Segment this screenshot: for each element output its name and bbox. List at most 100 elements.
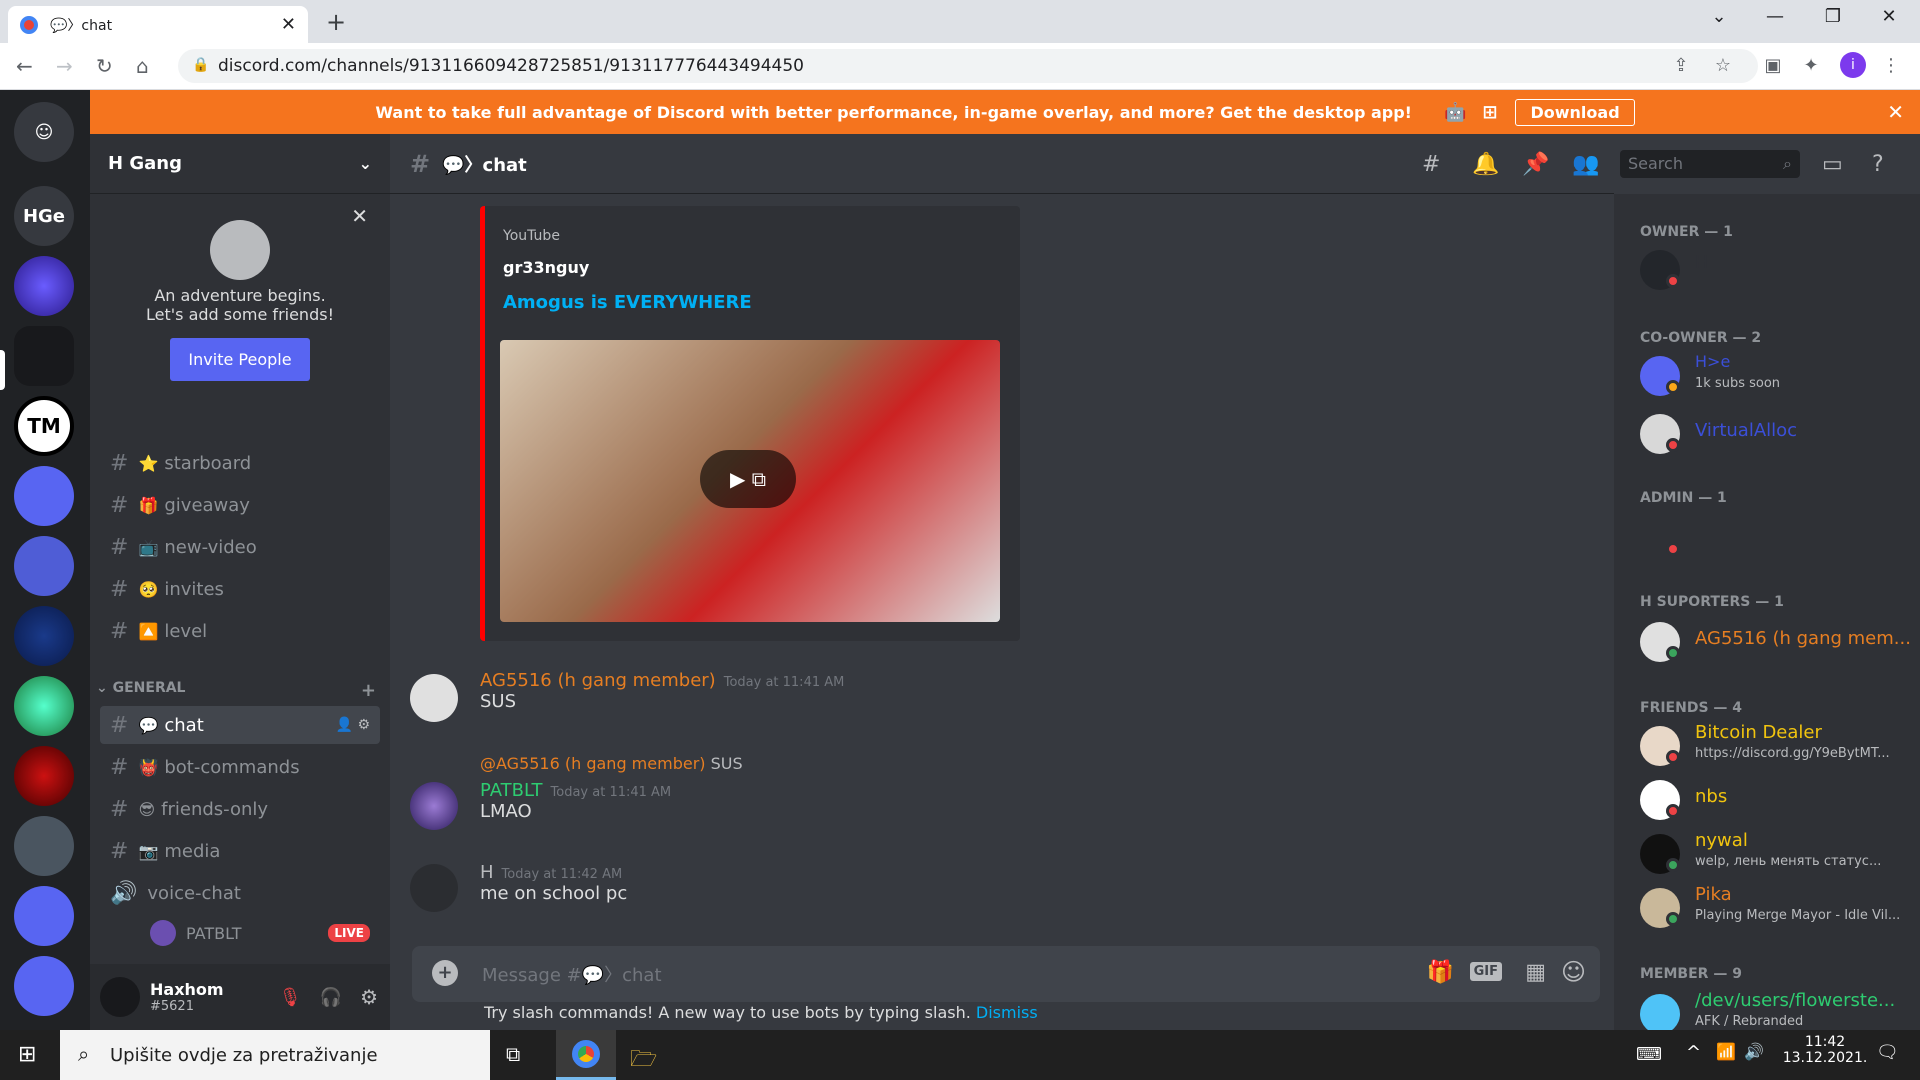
emoji-picker-icon[interactable]: ☺ bbox=[1561, 958, 1586, 986]
wifi-icon[interactable]: 📶 bbox=[1716, 1042, 1736, 1061]
invite-and-gear-icon[interactable]: 👤 ⚙ bbox=[336, 717, 370, 733]
headphones-icon[interactable]: 🎧 bbox=[320, 987, 342, 1008]
channel-invites[interactable]: # 🥺 invites bbox=[100, 570, 380, 608]
url-field[interactable]: 🔒 discord.com/channels/91311660942872585… bbox=[178, 49, 1758, 83]
video-thumbnail[interactable]: ▶ ⧉ bbox=[500, 340, 1000, 622]
member-item[interactable] bbox=[1640, 514, 1910, 562]
server-icon[interactable] bbox=[14, 816, 74, 876]
voice-channel[interactable]: 🔊 voice-chat bbox=[100, 874, 380, 912]
mute-mic-icon[interactable]: 🎙 bbox=[279, 987, 302, 1008]
new-tab-button[interactable]: + bbox=[326, 8, 346, 36]
profile-avatar[interactable]: i bbox=[1840, 52, 1866, 78]
invite-people-button[interactable]: Invite People bbox=[170, 338, 310, 381]
channel-chat[interactable]: # 💬 chat 👤 ⚙ bbox=[100, 706, 380, 744]
puzzle-extensions-icon[interactable]: ✦ bbox=[1800, 55, 1822, 77]
taskbar-search-input[interactable]: ⌕ Upišite ovdje za pretraživanje bbox=[60, 1030, 490, 1080]
gif-button[interactable]: GIF bbox=[1469, 962, 1502, 981]
task-view-icon[interactable]: ⧉ bbox=[506, 1042, 520, 1066]
forward-button[interactable]: → bbox=[56, 54, 73, 78]
avatar[interactable] bbox=[410, 782, 458, 830]
bell-icon[interactable]: 🔔 bbox=[1472, 152, 1499, 177]
member-item[interactable]: nbs bbox=[1640, 776, 1910, 824]
reply-author[interactable]: @AG5516 (h gang member) bbox=[480, 754, 706, 773]
search-input[interactable]: Search ⌕ bbox=[1620, 150, 1800, 178]
add-attachment-icon[interactable]: + bbox=[432, 960, 458, 986]
message-author[interactable]: H bbox=[480, 862, 494, 883]
minimize-button[interactable]: — bbox=[1752, 6, 1798, 27]
server-icon[interactable] bbox=[14, 256, 74, 316]
download-button[interactable]: Download bbox=[1515, 98, 1635, 126]
restore-button[interactable]: ❐ bbox=[1810, 6, 1856, 27]
browser-tab[interactable]: 💬〉chat ✕ bbox=[8, 6, 308, 43]
banner-close-icon[interactable]: ✕ bbox=[1887, 100, 1904, 124]
notifications-icon[interactable]: 🗨 bbox=[1876, 1042, 1899, 1063]
threads-icon[interactable]: # bbox=[1422, 152, 1440, 177]
share-icon[interactable]: ⇪ bbox=[1670, 55, 1692, 77]
member-item[interactable]: /dev/users/flowerste... AFK / Rebranded bbox=[1640, 990, 1910, 1030]
server-icon[interactable] bbox=[14, 886, 74, 946]
member-item[interactable]: H bbox=[1640, 246, 1910, 294]
settings-gear-icon[interactable]: ⚙ bbox=[360, 985, 378, 1009]
server-hge[interactable]: HGe bbox=[14, 186, 74, 246]
file-explorer-icon[interactable]: 🗁 bbox=[630, 1042, 657, 1080]
clock[interactable]: 11:42 13.12.2021. bbox=[1770, 1034, 1880, 1066]
tray-chevron-up-icon[interactable]: ^ bbox=[1686, 1042, 1701, 1063]
add-channel-icon[interactable]: + bbox=[361, 680, 376, 701]
member-item[interactable]: AG5516 (h gang mem... bbox=[1640, 618, 1910, 666]
menu-dots-icon[interactable]: ⋮ bbox=[1880, 55, 1902, 77]
inbox-icon[interactable]: ▭ bbox=[1822, 152, 1843, 177]
avatar[interactable] bbox=[410, 674, 458, 722]
channel-bot-commands[interactable]: # 👹 bot-commands bbox=[100, 748, 380, 786]
gift-icon[interactable]: 🎁 bbox=[1427, 960, 1454, 985]
channel-new-video[interactable]: # 📺 new-video bbox=[100, 528, 380, 566]
message-author[interactable]: AG5516 (h gang member) bbox=[480, 670, 716, 691]
server-icon-active[interactable] bbox=[14, 326, 74, 386]
bookmark-star-icon[interactable]: ☆ bbox=[1712, 55, 1734, 77]
help-icon[interactable]: ? bbox=[1872, 152, 1884, 177]
windows-start-icon[interactable]: ⊞ bbox=[18, 1042, 36, 1067]
server-icon[interactable] bbox=[14, 956, 74, 1016]
server-icon[interactable] bbox=[14, 746, 74, 806]
server-icon[interactable] bbox=[14, 606, 74, 666]
voice-user-patblt[interactable]: PATBLT LIVE bbox=[140, 914, 380, 952]
chrome-taskbar-icon[interactable] bbox=[556, 1030, 616, 1080]
server-icon[interactable] bbox=[14, 536, 74, 596]
member-item[interactable]: nywal welp, лень менять статус... bbox=[1640, 830, 1910, 878]
member-list-icon[interactable]: 👥 bbox=[1572, 152, 1599, 177]
message-author[interactable]: PATBLT bbox=[480, 780, 543, 801]
volume-icon[interactable]: 🔊 bbox=[1744, 1042, 1764, 1061]
avatar[interactable] bbox=[100, 977, 140, 1017]
home-button[interactable]: ⌂ bbox=[136, 54, 149, 78]
keyboard-icon[interactable]: ⌨ bbox=[1636, 1044, 1662, 1065]
reload-button[interactable]: ↻ bbox=[96, 54, 113, 78]
server-icon[interactable] bbox=[14, 676, 74, 736]
member-item[interactable]: Pika Playing Merge Mayor - Idle Vil... bbox=[1640, 884, 1910, 932]
embed-title[interactable]: Amogus is EVERYWHERE bbox=[503, 292, 752, 313]
avatar[interactable] bbox=[410, 864, 458, 912]
member-item[interactable]: H>e 1k subs soon bbox=[1640, 352, 1910, 400]
close-tab-icon[interactable]: ✕ bbox=[281, 14, 296, 35]
server-tm[interactable]: TM bbox=[14, 396, 74, 456]
extension-icon[interactable]: ▣ bbox=[1762, 55, 1784, 77]
dismiss-link[interactable]: Dismiss bbox=[976, 1003, 1038, 1022]
discord-home-icon[interactable]: ☺ bbox=[14, 102, 74, 162]
back-button[interactable]: ← bbox=[16, 54, 33, 78]
tab-search-icon[interactable]: ⌄ bbox=[1696, 6, 1742, 27]
pin-icon[interactable]: 📌 bbox=[1522, 152, 1549, 177]
play-icon[interactable]: ▶ ⧉ bbox=[700, 450, 796, 508]
sticker-icon[interactable]: ▦ bbox=[1525, 960, 1546, 985]
server-header[interactable]: H Gang ⌄ bbox=[90, 134, 390, 194]
channel-media[interactable]: # 📷 media bbox=[100, 832, 380, 870]
message-input[interactable]: + Message #💬〉chat 🎁 GIF ▦ ☺ bbox=[412, 946, 1600, 1002]
channel-starboard[interactable]: # ⭐ starboard bbox=[100, 444, 380, 482]
member-item[interactable]: Bitcoin Dealer https://discord.gg/Y9eBytM… bbox=[1640, 722, 1910, 770]
close-icon[interactable]: ✕ bbox=[351, 204, 368, 228]
category-general[interactable]: ⌄ GENERAL + bbox=[96, 680, 386, 701]
member-item[interactable]: VirtualAlloc bbox=[1640, 410, 1910, 458]
close-window-button[interactable]: ✕ bbox=[1866, 6, 1912, 27]
channel-level[interactable]: # 🔼 level bbox=[100, 612, 380, 650]
channel-giveaway[interactable]: # 🎁 giveaway bbox=[100, 486, 380, 524]
embed-author[interactable]: gr33nguy bbox=[503, 258, 589, 277]
channel-friends-only[interactable]: # 😎 friends-only bbox=[100, 790, 380, 828]
server-icon[interactable] bbox=[14, 466, 74, 526]
